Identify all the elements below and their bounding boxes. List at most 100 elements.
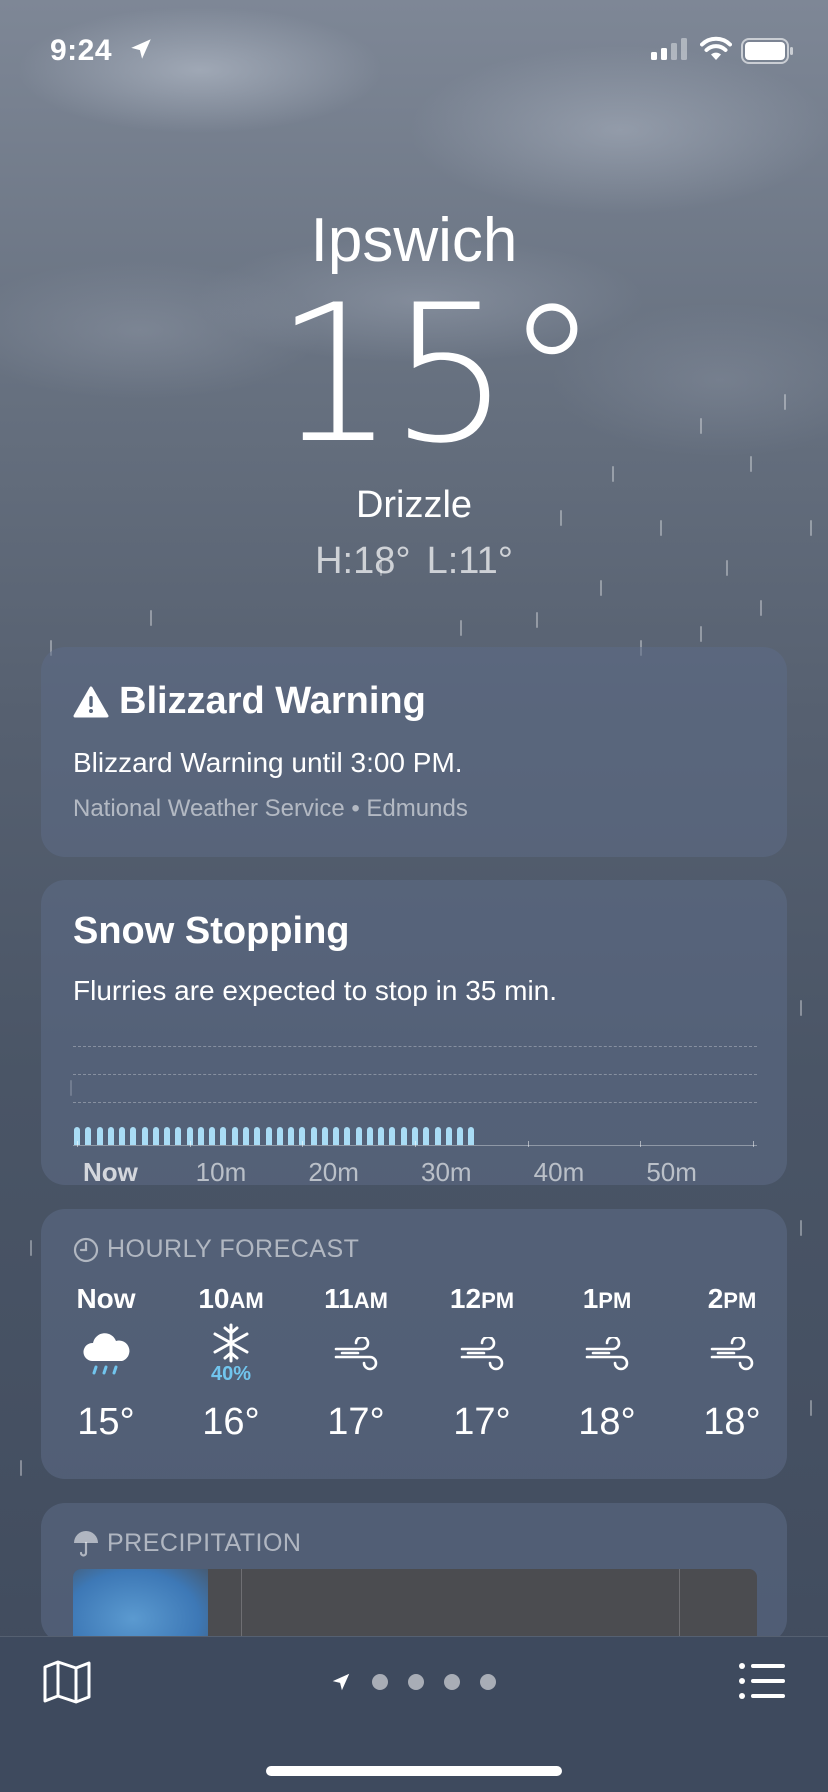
current-location-page-icon[interactable]: [330, 1671, 352, 1693]
wifi-icon: [700, 36, 732, 60]
hour-suffix: AM: [353, 1288, 388, 1313]
hour-suffix: PM: [481, 1288, 515, 1313]
hourly-item: 10AM 40% 16°: [176, 1279, 286, 1444]
page-dot[interactable]: [372, 1674, 388, 1690]
chart-tick: [640, 1141, 642, 1147]
nowcast-bar: [423, 1127, 430, 1145]
page-dot[interactable]: [480, 1674, 496, 1690]
hour-value: 10: [198, 1283, 230, 1314]
chart-x-label: 40m: [533, 1157, 585, 1187]
hourly-item: 2PM 18°: [677, 1279, 787, 1444]
hour-value: 2: [707, 1283, 724, 1314]
hourly-header-label: HOURLY FORECAST: [107, 1235, 360, 1263]
high-low: H:18° L:11°: [0, 540, 828, 583]
nowcast-bar: [197, 1127, 204, 1145]
snowflake-icon: [213, 1323, 249, 1363]
chart-x-label: 50m: [646, 1157, 697, 1187]
chart-tick: [189, 1141, 191, 1147]
high-temp: H:18°: [315, 540, 411, 582]
hour-value: 11: [324, 1283, 354, 1314]
hour-suffix: AM: [229, 1288, 264, 1313]
hour-value: Now: [76, 1283, 136, 1314]
nowcast-bar: [321, 1127, 328, 1145]
page-dot[interactable]: [408, 1674, 424, 1690]
nowcast-bar: [400, 1127, 407, 1145]
rain-streak: [20, 1460, 22, 1476]
wind-icon: [334, 1337, 378, 1371]
nowcast-bar: [130, 1127, 137, 1145]
rain-radar-overlay: [73, 1569, 208, 1643]
nowcast-bar: [175, 1127, 182, 1145]
precipitation-nowcast-card[interactable]: Snow Stopping Flurries are expected to s…: [41, 880, 787, 1187]
alert-description: Blizzard Warning until 3:00 PM.: [73, 747, 463, 778]
chart-tick: [302, 1141, 304, 1147]
nowcast-bar: [152, 1127, 159, 1145]
nowcast-bar: [468, 1127, 475, 1145]
battery-icon: [741, 38, 793, 64]
rain-streak: [460, 620, 462, 636]
rain-streak: [700, 626, 702, 642]
page-indicator[interactable]: [330, 1671, 496, 1693]
rain-streak: [30, 1240, 32, 1256]
nowcast-bar: [355, 1127, 362, 1145]
low-temp: L:11°: [426, 540, 513, 582]
precipitation-map[interactable]: [73, 1569, 757, 1643]
hour-label: Now: [51, 1279, 161, 1319]
rain-streak: [150, 610, 152, 626]
city-list-icon[interactable]: [738, 1661, 786, 1701]
page-dot[interactable]: [444, 1674, 460, 1690]
precip-chance: 40%: [210, 1363, 252, 1385]
hour-temp: 17°: [327, 1401, 385, 1443]
nowcast-bar: [434, 1127, 441, 1145]
chart-x-label: 30m: [421, 1157, 472, 1187]
cellular-signal-icon: [651, 38, 687, 60]
cloud-rain-icon: [83, 1333, 130, 1375]
nowcast-bar: [254, 1127, 261, 1145]
nowcast-bar: [141, 1127, 148, 1145]
hour-label: 1PM: [552, 1279, 662, 1319]
rain-streak: [760, 600, 762, 616]
nowcast-bar: [209, 1127, 216, 1145]
alert-title: Blizzard Warning: [119, 680, 426, 722]
status-time: 9:24: [50, 34, 113, 67]
hourly-item: 11AM 17°: [301, 1279, 411, 1444]
nowcast-bar: [333, 1127, 340, 1145]
hour-value: 1: [582, 1283, 599, 1314]
severe-weather-alert-card[interactable]: Blizzard Warning Blizzard Warning until …: [41, 647, 787, 857]
nowcast-bar: [119, 1127, 126, 1145]
rain-streak: [810, 1400, 812, 1416]
map-icon[interactable]: [42, 1659, 92, 1705]
status-bar: 9:24: [0, 0, 828, 100]
precipitation-map-card[interactable]: PRECIPITATION: [41, 1503, 787, 1643]
nowcast-bar: [243, 1127, 249, 1145]
clock-icon: [73, 1237, 99, 1262]
hour-temp: 18°: [578, 1401, 636, 1443]
nowcast-bar: [344, 1127, 351, 1145]
nowcast-bar: [276, 1127, 283, 1145]
map-boundary-line: [241, 1569, 242, 1643]
alert-source: National Weather Service • Edmunds: [73, 795, 468, 822]
hour-icon-wrap: [427, 1319, 537, 1389]
warning-icon: [73, 686, 109, 717]
hourly-forecast-card[interactable]: HOURLY FORECAST Now 15° 10AM 40% 16° 11AM 17° 1…: [41, 1209, 787, 1479]
chart-tick: [753, 1141, 754, 1147]
precipitation-header: PRECIPITATION: [73, 1529, 301, 1558]
hour-icon-wrap: [51, 1319, 161, 1389]
hour-label: 2PM: [677, 1279, 787, 1319]
hourly-item: 12PM 17°: [427, 1279, 537, 1444]
home-indicator[interactable]: [266, 1766, 562, 1776]
wind-icon: [585, 1337, 629, 1371]
hour-value: 12: [449, 1283, 482, 1314]
nowcast-title: Snow Stopping: [73, 910, 350, 952]
nowcast-bar: [366, 1127, 373, 1145]
hour-label: 10AM: [176, 1279, 286, 1319]
current-temperature: 15°: [274, 264, 600, 485]
hour-temp: 18°: [703, 1401, 761, 1443]
map-boundary-line: [679, 1569, 680, 1643]
chart-x-label: 10m: [195, 1157, 247, 1187]
hour-temp: 17°: [453, 1401, 511, 1443]
weather-condition: Drizzle: [355, 484, 473, 526]
nowcast-bar: [231, 1127, 238, 1145]
hourly-item: Now 15°: [51, 1279, 161, 1444]
umbrella-icon: [74, 1530, 98, 1557]
